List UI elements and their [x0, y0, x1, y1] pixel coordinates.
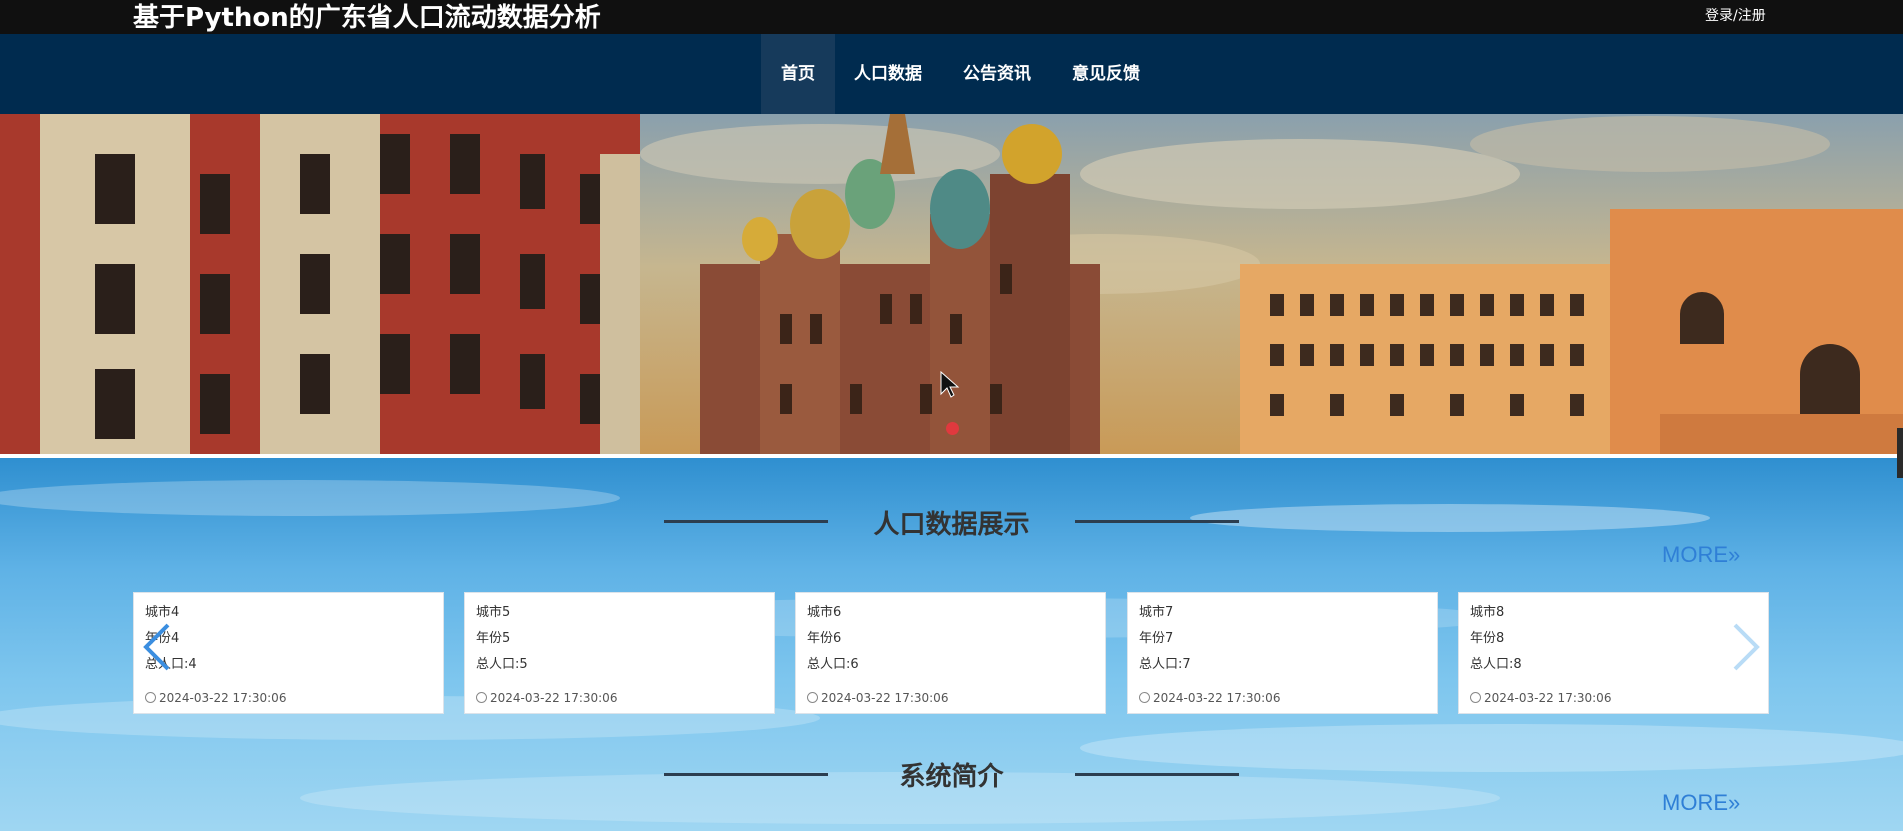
nav-item-announcements[interactable]: 公告资讯 [955, 34, 1039, 114]
card-total: 总人口:8 [1470, 657, 1522, 672]
population-card[interactable]: 城市6 年份6 总人口:6 2024-03-22 17:30:06 [795, 592, 1106, 714]
clock-icon [807, 692, 818, 703]
banner-image [0, 114, 1903, 454]
card-total: 总人口:6 [807, 657, 859, 672]
card-city: 城市4 [145, 605, 180, 620]
card-year: 年份7 [1139, 631, 1174, 646]
clock-icon [1470, 692, 1481, 703]
card-time: 2024-03-22 17:30:06 [807, 691, 948, 705]
card-time: 2024-03-22 17:30:06 [145, 691, 286, 705]
main-nav: 首页 人口数据 公告资讯 意见反馈 [0, 34, 1903, 114]
chevron-left-icon[interactable] [140, 621, 174, 673]
content-area: 人口数据展示 MORE» 城市4 年份4 总人口:4 2024-03-22 17… [0, 454, 1903, 831]
section-divider-right [1075, 773, 1239, 776]
card-total: 总人口:5 [476, 657, 528, 672]
population-card[interactable]: 城市8 年份8 总人口:8 2024-03-22 17:30:06 [1458, 592, 1769, 714]
population-card[interactable]: 城市5 年份5 总人口:5 2024-03-22 17:30:06 [464, 592, 775, 714]
card-time: 2024-03-22 17:30:06 [1139, 691, 1280, 705]
nav-item-population-data[interactable]: 人口数据 [846, 34, 930, 114]
population-more-link[interactable]: MORE» [1662, 542, 1740, 568]
card-time: 2024-03-22 17:30:06 [476, 691, 617, 705]
scrollbar-thumb[interactable] [1897, 428, 1903, 478]
intro-section-title: 系统简介 [899, 762, 1004, 792]
card-time: 2024-03-22 17:30:06 [1470, 691, 1611, 705]
card-year: 年份8 [1470, 631, 1505, 646]
clock-icon [1139, 692, 1150, 703]
card-total: 总人口:7 [1139, 657, 1191, 672]
population-section-title: 人口数据展示 [873, 510, 1030, 540]
population-card[interactable]: 城市4 年份4 总人口:4 2024-03-22 17:30:06 [133, 592, 444, 714]
banner-indicator-dot[interactable] [946, 422, 959, 435]
card-city: 城市7 [1139, 605, 1174, 620]
card-year: 年份6 [807, 631, 842, 646]
clock-icon [476, 692, 487, 703]
nav-item-home[interactable]: 首页 [761, 34, 835, 114]
population-card[interactable]: 城市7 年份7 总人口:7 2024-03-22 17:30:06 [1127, 592, 1438, 714]
intro-more-link[interactable]: MORE» [1662, 790, 1740, 816]
card-city: 城市6 [807, 605, 842, 620]
clock-icon [145, 692, 156, 703]
card-city: 城市5 [476, 605, 511, 620]
section-divider-left [664, 520, 828, 523]
chevron-right-icon[interactable] [1729, 621, 1763, 673]
top-bar: 基于Python的广东省人口流动数据分析 登录/注册 [0, 0, 1903, 34]
section-divider-right [1075, 520, 1239, 523]
card-year: 年份5 [476, 631, 511, 646]
nav-item-feedback[interactable]: 意见反馈 [1064, 34, 1148, 114]
hero-banner[interactable] [0, 114, 1903, 454]
login-register-link[interactable]: 登录/注册 [1705, 7, 1766, 25]
section-divider-left [664, 773, 828, 776]
site-title: 基于Python的广东省人口流动数据分析 [133, 3, 601, 33]
card-city: 城市8 [1470, 605, 1505, 620]
